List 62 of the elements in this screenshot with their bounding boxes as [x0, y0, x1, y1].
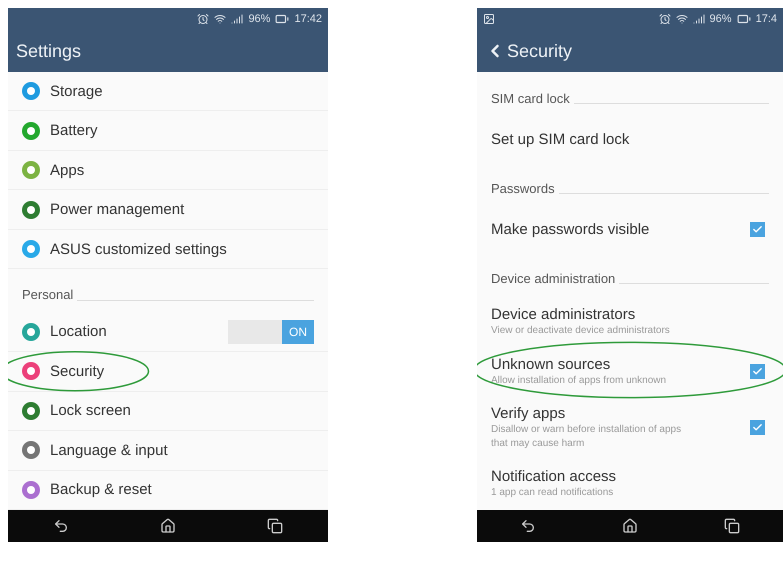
battery-level: 96%	[248, 12, 270, 27]
section-header: Device administration	[491, 270, 616, 288]
home-icon[interactable]	[160, 518, 176, 534]
alarm-icon	[658, 13, 671, 25]
item-label: ASUS customized settings	[50, 240, 228, 259]
check-icon	[752, 422, 763, 432]
settings-item[interactable]: Device administrators View or deactivate device administrators	[477, 296, 783, 346]
item-label: Apps	[50, 160, 86, 180]
settings-item[interactable]: Lock screen	[8, 392, 328, 432]
alarm-icon	[197, 13, 210, 25]
item-label: Power management	[50, 200, 186, 220]
back-icon[interactable]	[520, 518, 536, 534]
section-header: Personal	[22, 286, 74, 304]
settings-item[interactable]: Unknown sources Allow installation of apps from unknown	[477, 346, 783, 396]
clock: 17:4	[756, 12, 777, 27]
clock: 17:42	[294, 12, 322, 27]
item-label: Location	[50, 322, 108, 342]
battery-icon	[736, 12, 751, 26]
item-label: Set up SIM card lock	[491, 130, 630, 148]
item-label: Battery	[50, 121, 99, 140]
settings-item[interactable]: Location ON	[8, 312, 328, 352]
settings-item[interactable]: Verify apps Disallow or warn before installation of apps that may cause harm	[477, 396, 783, 458]
settings-item[interactable]: Set up SIM card lock	[477, 116, 783, 162]
home-icon[interactable]	[622, 518, 638, 534]
signal-icon	[231, 13, 244, 25]
item-label: Language & input	[50, 440, 169, 460]
checkbox[interactable]	[750, 420, 765, 434]
item-label: Make passwords visible	[491, 220, 650, 238]
recents-icon[interactable]	[724, 518, 740, 534]
battery-icon	[275, 12, 290, 26]
checkbox[interactable]	[750, 364, 765, 378]
item-label: Storage	[50, 82, 104, 101]
settings-item[interactable]: Battery	[8, 111, 328, 151]
settings-item[interactable]: Language & input	[8, 431, 328, 471]
item-label: Lock screen	[50, 401, 132, 420]
checkbox[interactable]	[750, 222, 765, 236]
settings-item[interactable]: ASUS customized settings	[8, 230, 328, 270]
item-summary: View or deactivate device administrators	[491, 324, 671, 338]
battery-level: 96%	[710, 12, 732, 27]
section-header: SIM card lock	[491, 90, 570, 108]
item-label: Security	[50, 362, 106, 381]
screen-title: Security	[507, 40, 572, 63]
check-icon	[752, 366, 763, 376]
settings-item[interactable]: Make passwords visible	[477, 206, 783, 252]
item-label: Device administrators	[491, 304, 636, 324]
recents-icon[interactable]	[266, 518, 283, 534]
settings-item[interactable]: Notification access 1 app can read notifications	[477, 458, 783, 508]
settings-item[interactable]: Power management	[8, 190, 328, 230]
settings-item[interactable]: Storage	[8, 72, 328, 112]
settings-item[interactable]: Apps	[8, 150, 328, 190]
check-icon	[752, 224, 763, 234]
item-label: Unknown sources	[491, 354, 612, 374]
back-icon[interactable]	[53, 518, 70, 534]
section-header: Passwords	[491, 180, 555, 198]
item-summary: Disallow or warn before installation of apps that may cause harm	[491, 422, 682, 450]
item-summary: Allow installation of apps from unknown	[491, 374, 668, 388]
item-label: Verify apps	[491, 404, 566, 422]
screen-title: Settings	[16, 40, 82, 63]
item-label: Notification access	[491, 466, 618, 486]
settings-item[interactable]: Security	[8, 352, 328, 392]
item-summary: 1 app can read notifications	[491, 486, 614, 500]
item-label: Backup & reset	[50, 480, 153, 500]
